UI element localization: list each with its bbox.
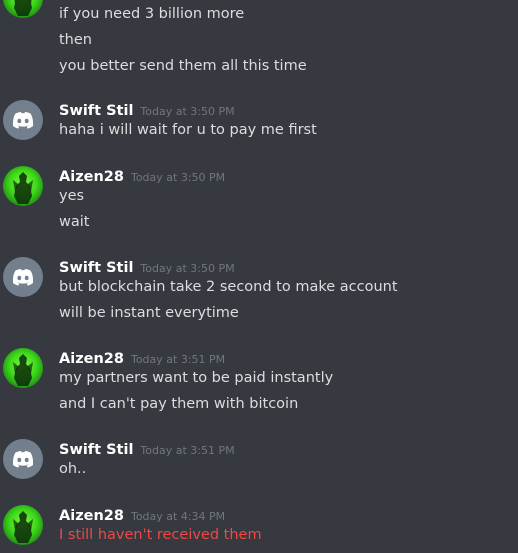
discord-logo-icon bbox=[12, 451, 34, 468]
user-avatar-aizen28[interactable] bbox=[3, 505, 43, 545]
username[interactable]: Swift Stil bbox=[59, 103, 133, 119]
aizen-avatar-figure bbox=[14, 0, 32, 16]
user-avatar-swift-stil[interactable] bbox=[3, 100, 43, 140]
username[interactable]: Aizen28 bbox=[59, 351, 124, 367]
message-header: Aizen28 Today at 3:50 PM bbox=[59, 166, 226, 185]
chat-message-list[interactable]: if you need 3 billion more then you bett… bbox=[0, 0, 518, 553]
discord-logo-icon bbox=[12, 269, 34, 286]
user-avatar-swift-stil[interactable] bbox=[3, 257, 43, 297]
discord-logo-icon bbox=[12, 112, 34, 129]
message-line: yes bbox=[59, 188, 85, 204]
message-header: Swift Stil Today at 3:50 PM bbox=[59, 257, 235, 276]
message-line: and I can't pay them with bitcoin bbox=[59, 396, 299, 412]
message-header: Aizen28 Today at 3:51 PM bbox=[59, 348, 226, 367]
user-avatar-aizen28[interactable] bbox=[3, 166, 43, 206]
timestamp: Today at 4:34 PM bbox=[130, 510, 226, 523]
timestamp: Today at 3:50 PM bbox=[140, 262, 235, 275]
aizen-avatar-figure bbox=[13, 354, 33, 386]
user-avatar-aizen28[interactable] bbox=[3, 348, 43, 388]
timestamp: Today at 3:51 PM bbox=[130, 353, 226, 366]
timestamp: Today at 3:51 PM bbox=[140, 444, 235, 457]
message-line: then bbox=[59, 32, 92, 48]
user-avatar-swift-stil[interactable] bbox=[3, 439, 43, 479]
user-avatar-aizen28[interactable] bbox=[3, 0, 43, 18]
message-line: if you need 3 billion more bbox=[59, 6, 245, 22]
failed-message-line: I still haven't received them bbox=[59, 527, 262, 543]
message-line: will be instant everytime bbox=[59, 305, 239, 321]
timestamp: Today at 3:50 PM bbox=[140, 105, 235, 118]
message-header: Aizen28 Today at 4:34 PM bbox=[59, 505, 226, 524]
timestamp: Today at 3:50 PM bbox=[130, 171, 226, 184]
message-line: but blockchain take 2 second to make acc… bbox=[59, 279, 398, 295]
message-line: you better send them all this time bbox=[59, 58, 307, 74]
username[interactable]: Swift Stil bbox=[59, 442, 133, 458]
message-header: Swift Stil Today at 3:50 PM bbox=[59, 100, 235, 119]
aizen-avatar-figure bbox=[13, 511, 33, 543]
aizen-avatar-figure bbox=[13, 172, 33, 204]
message-header: Swift Stil Today at 3:51 PM bbox=[59, 439, 235, 458]
message-line: haha i will wait for u to pay me first bbox=[59, 122, 317, 138]
message-line: wait bbox=[59, 214, 90, 230]
username[interactable]: Swift Stil bbox=[59, 260, 133, 276]
username[interactable]: Aizen28 bbox=[59, 508, 124, 524]
username[interactable]: Aizen28 bbox=[59, 169, 124, 185]
message-line: my partners want to be paid instantly bbox=[59, 370, 334, 386]
message-line: oh.. bbox=[59, 461, 87, 477]
